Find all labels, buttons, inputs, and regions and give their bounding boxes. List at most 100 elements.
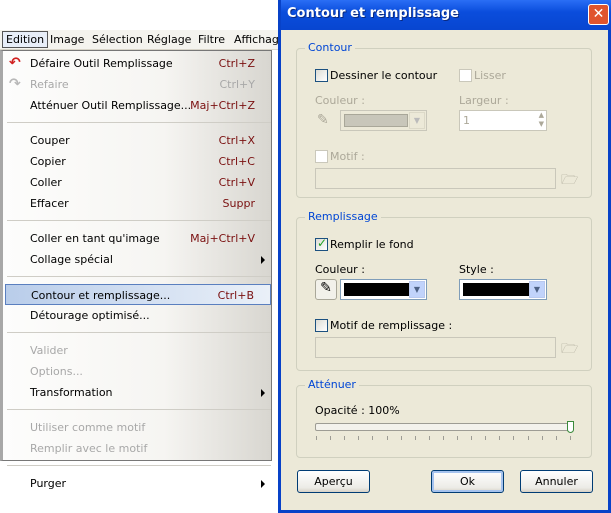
contour-color-select[interactable]: ▼ [340, 110, 427, 131]
menu-item-shortcut: Ctrl+Z [218, 57, 255, 70]
menu-item-label: Transformation [30, 386, 113, 399]
menu-item-shortcut: Ctrl+C [218, 155, 255, 168]
width-value: 1 [463, 114, 470, 127]
chevron-down-icon[interactable]: ▼ [409, 281, 425, 298]
redo-icon: ↷ [9, 76, 21, 92]
slider-tick [513, 436, 515, 440]
fill-pattern-input[interactable] [315, 337, 556, 358]
contour-group-title: Contour [305, 41, 355, 54]
menu-item-label: Collage spécial [30, 253, 113, 266]
dialog-title: Contour et remplissage [287, 6, 459, 21]
submenu-arrow-icon [261, 256, 265, 264]
menu-item-label: Utiliser comme motif [30, 421, 146, 434]
slider-tick [400, 436, 402, 440]
fill-color-select[interactable]: ▼ [340, 279, 427, 300]
menu-affichage[interactable]: Affichag [234, 33, 279, 46]
cancel-button[interactable]: Annuler [520, 470, 593, 493]
fill-group: Remplissage Remplir le fond Couleur : ✎ … [296, 210, 592, 371]
fill-pattern-label: Motif de remplissage : [330, 319, 453, 332]
menu-separator [7, 220, 271, 221]
slider-tick [499, 436, 501, 440]
folder-open-icon[interactable]: 🗁 [561, 169, 578, 193]
fill-pattern-checkbox[interactable] [315, 319, 328, 332]
chevron-down-icon[interactable]: ▼ [529, 281, 545, 298]
fill-style-select[interactable]: ▼ [459, 279, 547, 300]
menu-item-valider[interactable]: Valider [5, 340, 271, 361]
width-label: Largeur : [459, 94, 509, 107]
eyedropper-icon[interactable]: ✎ [317, 112, 329, 128]
menu-item-label: Valider [30, 344, 68, 357]
dialog-title-bar[interactable]: Contour et remplissage ✕ [281, 0, 611, 30]
width-spinner[interactable]: 1 ▲ ▼ [459, 110, 547, 131]
menu-item-couper[interactable]: Couper Ctrl+X [5, 130, 271, 151]
slider-tick [316, 436, 317, 440]
menu-item-label: Atténuer Outil Remplissage... [30, 99, 192, 112]
contour-pattern-checkbox[interactable] [315, 150, 328, 163]
slider-ticks [297, 436, 593, 441]
ok-button[interactable]: Ok [431, 470, 504, 493]
menu-separator [7, 122, 271, 123]
menu-image[interactable]: Image [50, 33, 84, 46]
menu-filtre[interactable]: Filtre [198, 33, 225, 46]
opacity-slider-track[interactable] [315, 423, 574, 431]
preview-button[interactable]: Aperçu [297, 470, 370, 493]
menu-item-options[interactable]: Options... [5, 361, 271, 382]
menu-item-remplir-avec-le-motif[interactable]: Remplir avec le motif [5, 438, 271, 459]
menu-item-label: Coller [30, 176, 62, 189]
menu-item-coller[interactable]: Coller Ctrl+V [5, 172, 271, 193]
slider-tick [358, 436, 360, 440]
smooth-checkbox[interactable] [459, 69, 472, 82]
menu-selection[interactable]: Sélection [92, 33, 143, 46]
fill-color-label: Couleur : [315, 263, 365, 276]
menu-edition[interactable]: Edition [2, 31, 49, 48]
draw-contour-checkbox[interactable] [315, 69, 328, 82]
slider-tick [555, 436, 557, 440]
menu-item-label: Remplir avec le motif [30, 442, 148, 455]
menu-item-refaire[interactable]: ↷ Refaire Ctrl+Y [5, 74, 271, 95]
fill-background-label: Remplir le fond [330, 238, 414, 251]
menu-item-d-faire-outil-remplissage[interactable]: ↶ Défaire Outil Remplissage Ctrl+Z [5, 53, 271, 74]
close-icon[interactable]: ✕ [588, 4, 609, 25]
smooth-label: Lisser [474, 69, 506, 82]
opacity-slider-thumb[interactable] [567, 421, 574, 433]
contour-pattern-input[interactable] [315, 168, 556, 189]
slider-tick [569, 436, 571, 440]
menu-item-shortcut: Maj+Ctrl+V [190, 232, 255, 245]
menu-item-utiliser-comme-motif[interactable]: Utiliser comme motif [5, 417, 271, 438]
menu-item-att-nuer-outil-remplissage[interactable]: Atténuer Outil Remplissage... Maj+Ctrl+Z [5, 95, 271, 116]
menu-item-effacer[interactable]: Effacer Suppr [5, 193, 271, 214]
undo-icon: ↶ [9, 55, 21, 71]
menu-item-label: Effacer [30, 197, 69, 210]
slider-tick [428, 436, 430, 440]
eyedropper-icon[interactable]: ✎ [315, 279, 337, 300]
menu-item-label: Options... [30, 365, 83, 378]
menu-item-shortcut: Ctrl+X [218, 134, 255, 147]
contour-group: Contour Dessiner le contour Lisser Coule… [296, 41, 592, 198]
menu-reglage[interactable]: Réglage [147, 33, 191, 46]
contour-pattern-label: Motif : [330, 150, 365, 163]
slider-tick [485, 436, 487, 440]
edition-menu: ↶ Défaire Outil Remplissage Ctrl+Z ↷ Refaire… [0, 50, 272, 490]
menu-item-label: Détourage optimisé... [30, 309, 150, 322]
menu-item-copier[interactable]: Copier Ctrl+C [5, 151, 271, 172]
menu-item-collage-sp-cial[interactable]: Collage spécial [5, 249, 271, 270]
menu-item-shortcut: Ctrl+Y [219, 78, 255, 91]
slider-tick [457, 436, 458, 440]
menu-separator [7, 409, 271, 410]
menu-item-d-tourage-optimis[interactable]: Détourage optimisé... [5, 305, 271, 326]
fill-background-checkbox[interactable] [315, 236, 328, 251]
folder-open-icon[interactable]: 🗁 [561, 338, 578, 362]
fill-group-title: Remplissage [305, 210, 381, 223]
spinner-arrows-icon[interactable]: ▲ ▼ [539, 111, 544, 129]
menu-item-label: Refaire [30, 78, 69, 91]
menu-separator [7, 276, 271, 277]
submenu-arrow-icon [261, 480, 265, 488]
menu-item-contour-et-remplissage[interactable]: Contour et remplissage... Ctrl+B [5, 284, 271, 305]
slider-tick [541, 436, 543, 440]
menu-item-coller-en-tant-qu-image[interactable]: Coller en tant qu'image Maj+Ctrl+V [5, 228, 271, 249]
slider-tick [527, 436, 529, 440]
chevron-down-icon[interactable]: ▼ [409, 112, 425, 129]
menu-item-transformation[interactable]: Transformation [5, 382, 271, 403]
menu-item-label: Coller en tant qu'image [30, 232, 160, 245]
menu-item-purger[interactable]: Purger [5, 473, 271, 494]
